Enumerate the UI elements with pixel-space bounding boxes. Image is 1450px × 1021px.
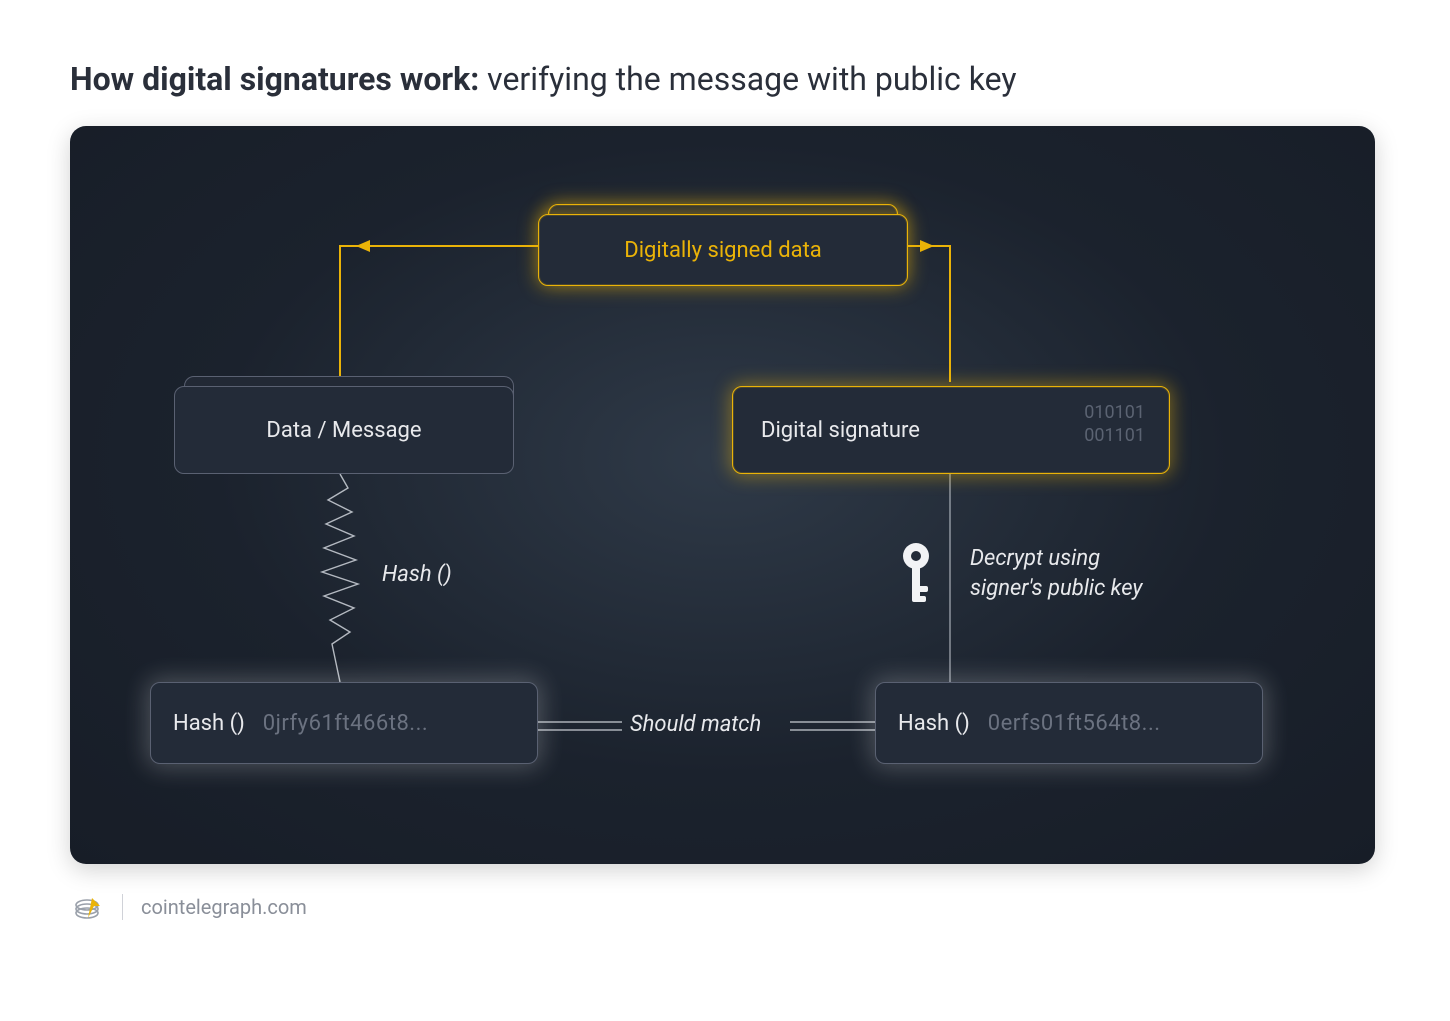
hash-right-value: 0erfs01ft564t8... bbox=[988, 711, 1161, 736]
digital-signature-box: Digital signature 010101 001101 bbox=[732, 386, 1170, 474]
binary-line-2: 001101 bbox=[1084, 424, 1145, 447]
hash-left-box: Hash () 0jrfy61ft466t8... bbox=[150, 682, 538, 764]
hash-left-label: Hash () bbox=[173, 711, 245, 736]
logo-icon bbox=[74, 892, 104, 922]
signed-data-box: Digitally signed data bbox=[538, 214, 908, 286]
binary-line-1: 010101 bbox=[1084, 401, 1145, 424]
key-icon bbox=[903, 543, 929, 602]
data-message-label: Data / Message bbox=[266, 418, 421, 443]
hash-fn-annotation: Hash () bbox=[382, 562, 452, 587]
should-match-annotation: Should match bbox=[630, 712, 761, 737]
data-message-box: Data / Message bbox=[174, 386, 514, 474]
footer: cointelegraph.com bbox=[70, 892, 1380, 922]
hash-left-value: 0jrfy61ft466t8... bbox=[263, 711, 428, 736]
hash-right-box: Hash () 0erfs01ft564t8... bbox=[875, 682, 1263, 764]
title-light: verifying the message with public key bbox=[487, 60, 1016, 98]
decrypt-annotation: Decrypt using signer's public key bbox=[970, 544, 1143, 603]
binary-decoration: 010101 001101 bbox=[1084, 401, 1145, 448]
signed-data-label: Digitally signed data bbox=[624, 238, 822, 263]
diagram-panel: Digitally signed data Data / Message Dig… bbox=[70, 126, 1375, 864]
digital-signature-label: Digital signature bbox=[761, 418, 920, 443]
page-title: How digital signatures work: verifying t… bbox=[70, 60, 1380, 98]
hash-right-label: Hash () bbox=[898, 711, 970, 736]
footer-divider bbox=[122, 894, 123, 920]
decrypt-annotation-line1: Decrypt using bbox=[970, 544, 1143, 574]
footer-site: cointelegraph.com bbox=[141, 895, 307, 919]
title-bold: How digital signatures work: bbox=[70, 60, 479, 98]
decrypt-annotation-line2: signer's public key bbox=[970, 574, 1143, 604]
